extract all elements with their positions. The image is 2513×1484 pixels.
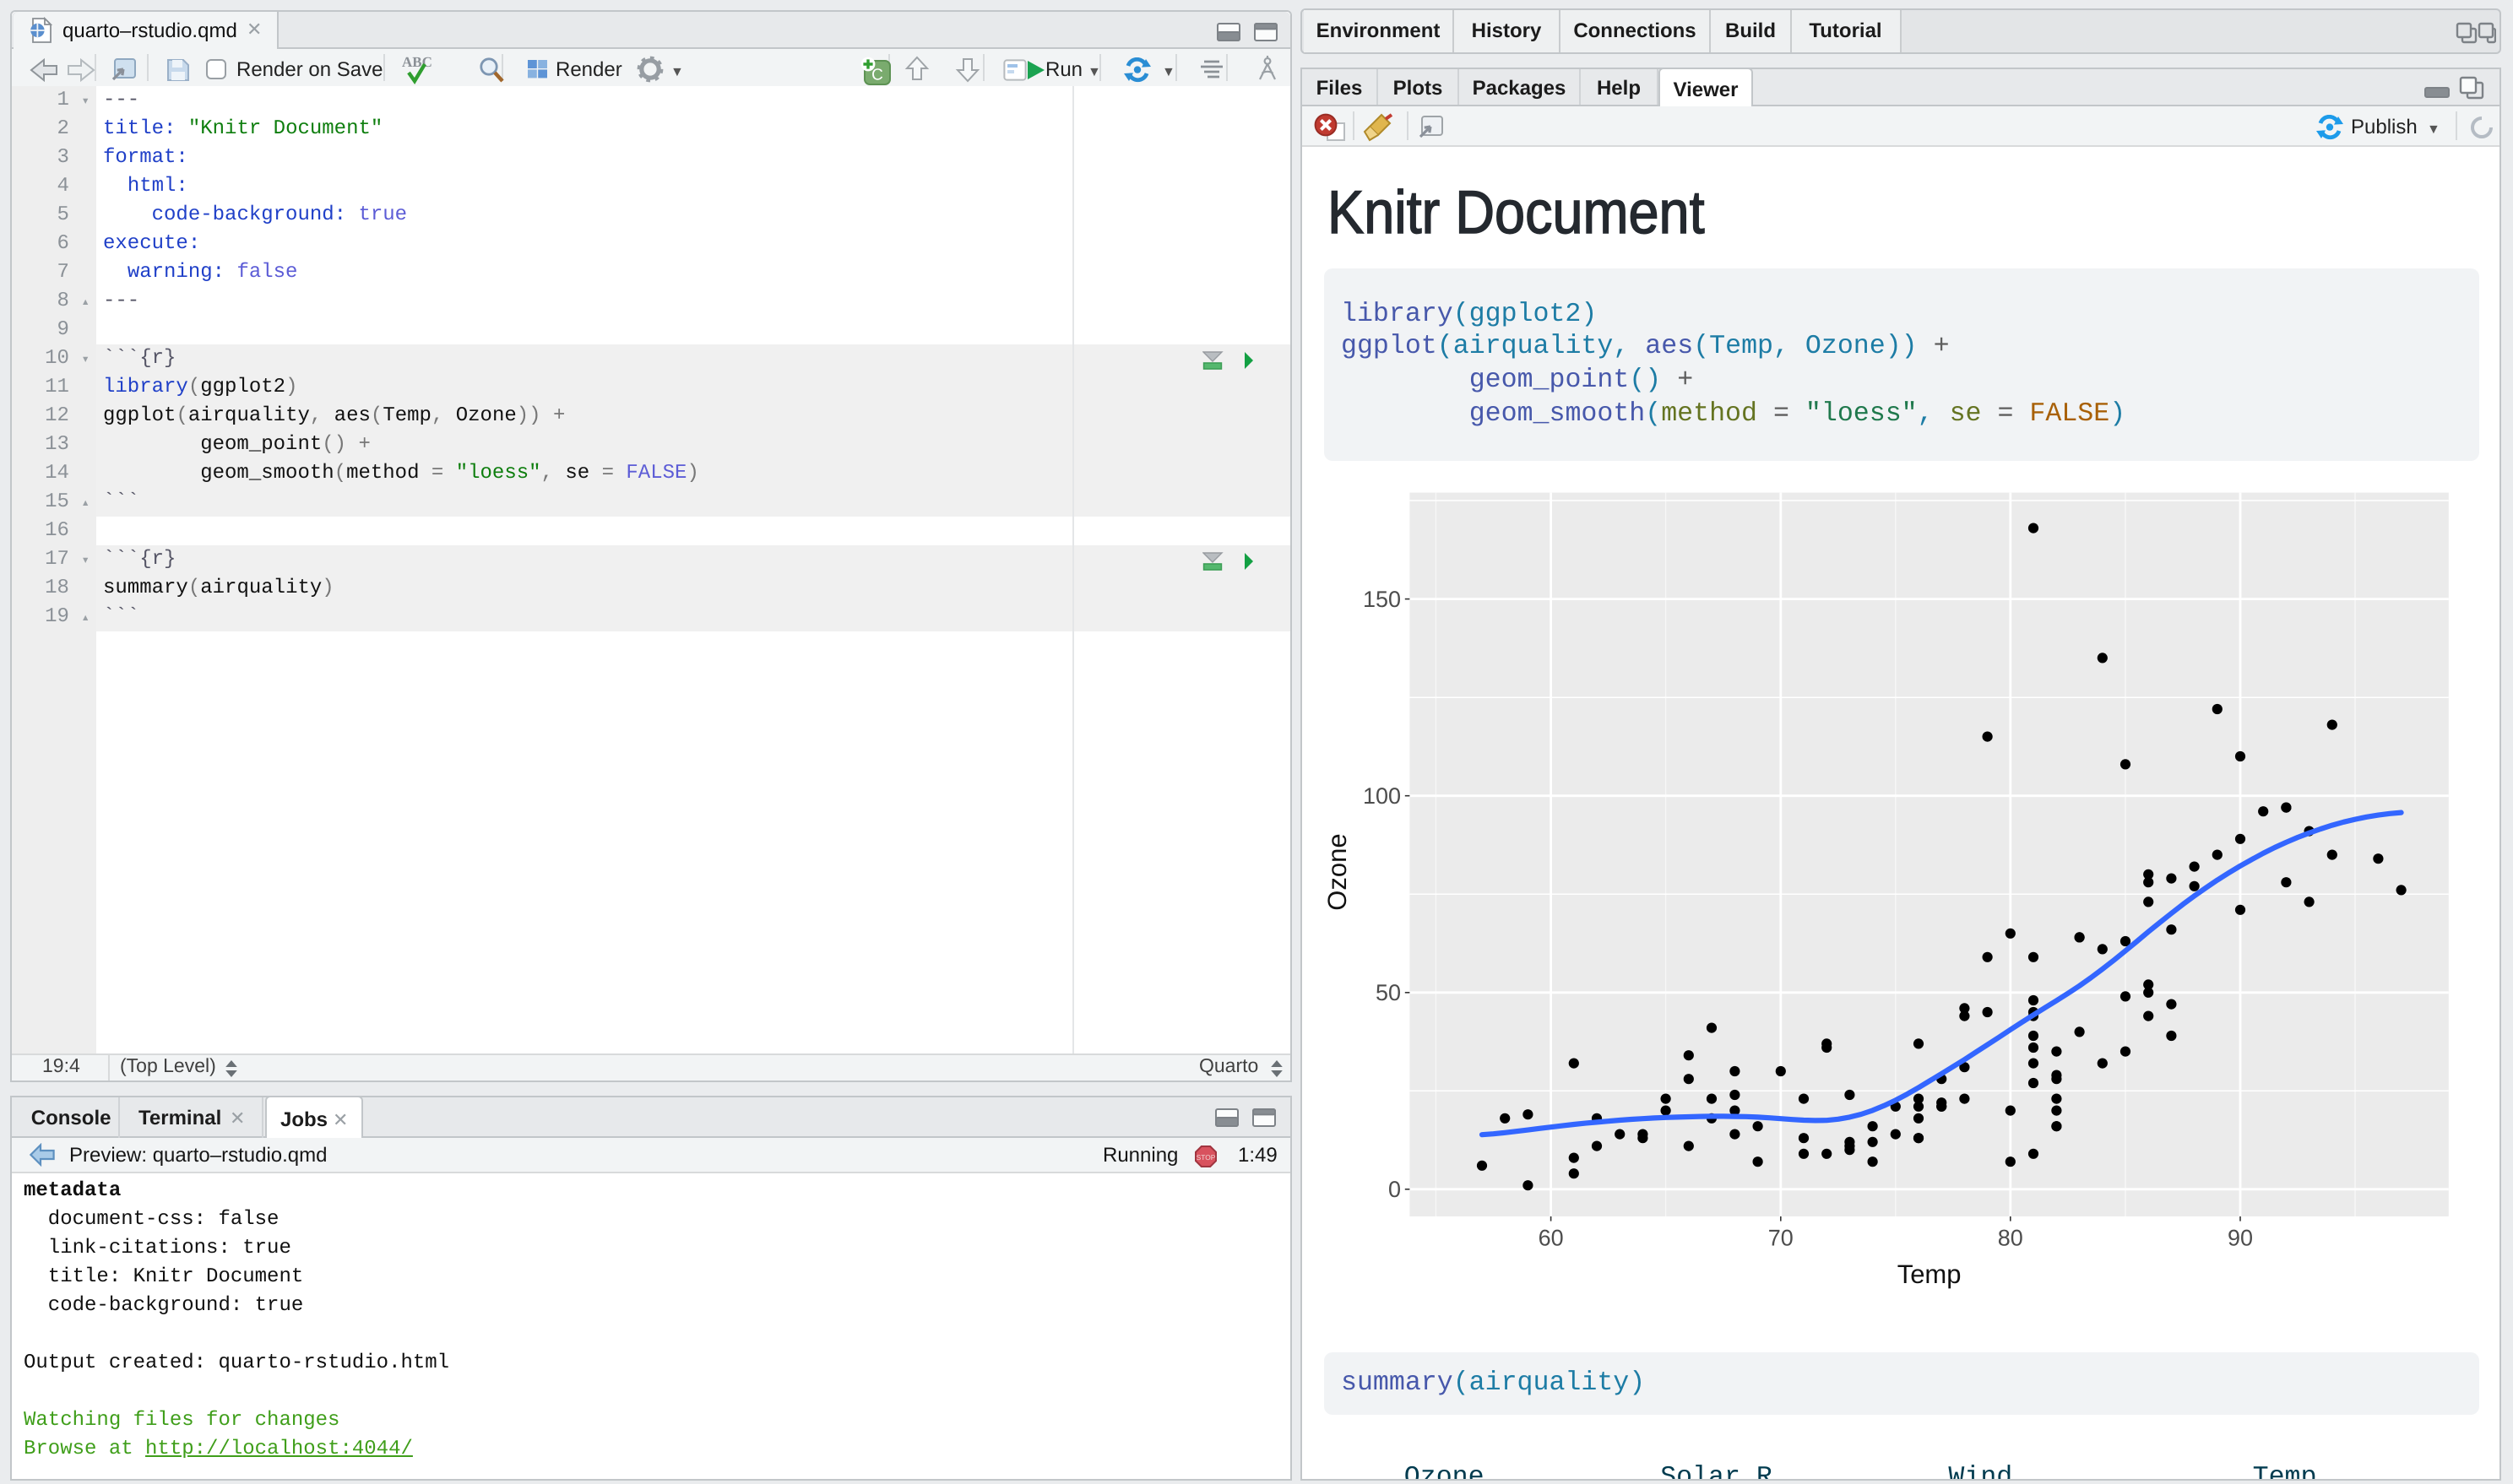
svg-text:C: C bbox=[871, 66, 883, 84]
svg-text:90: 90 bbox=[2228, 1226, 2253, 1251]
svg-text:50: 50 bbox=[1376, 980, 1401, 1005]
svg-text:0: 0 bbox=[1388, 1177, 1401, 1202]
svg-text:Temp: Temp bbox=[1897, 1261, 1962, 1290]
svg-text:70: 70 bbox=[1768, 1226, 1794, 1251]
svg-text:100: 100 bbox=[1363, 783, 1401, 809]
svg-text:80: 80 bbox=[1998, 1226, 2023, 1251]
svg-text:STOP: STOP bbox=[1197, 1152, 1216, 1161]
svg-text:150: 150 bbox=[1363, 587, 1401, 612]
svg-text:60: 60 bbox=[1539, 1226, 1564, 1251]
svg-text:ABC: ABC bbox=[402, 53, 432, 70]
svg-text:Ozone: Ozone bbox=[1324, 833, 1353, 910]
